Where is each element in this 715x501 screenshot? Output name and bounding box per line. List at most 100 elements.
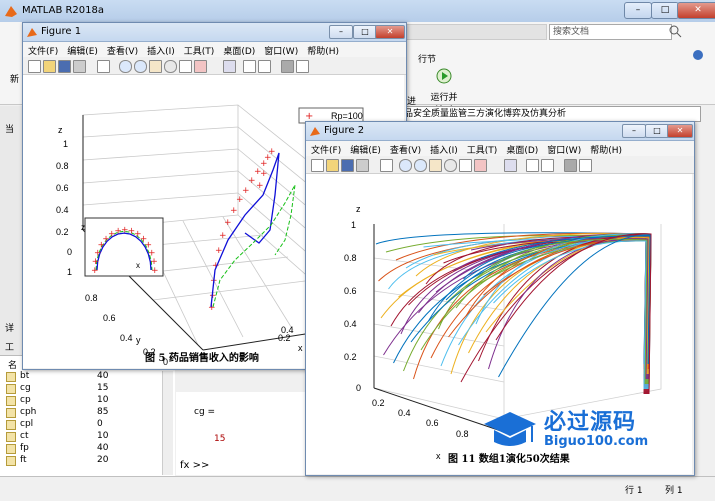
workspace-row[interactable]: ct 10 — [0, 431, 175, 442]
menu-desktop[interactable]: 桌面(D) — [223, 44, 255, 57]
trajectory-line — [475, 233, 648, 390]
workspace-row[interactable]: bt 40 — [0, 371, 175, 382]
figure-icon — [27, 28, 37, 37]
matlab-logo-icon — [5, 6, 17, 17]
workspace-scrollbar[interactable] — [162, 371, 173, 475]
hide-tools-icon[interactable] — [564, 159, 577, 172]
trajectory-line — [405, 235, 652, 390]
details-label: 详 — [5, 324, 15, 334]
data-cursor-icon[interactable] — [179, 60, 192, 73]
workspace-row[interactable]: cp 10 — [0, 395, 175, 406]
save-icon[interactable] — [58, 60, 71, 73]
workspace-row[interactable]: fp 40 — [0, 443, 175, 454]
menu-view[interactable]: 查看(V) — [107, 44, 138, 57]
quick-access-bar — [400, 24, 547, 40]
menu-file[interactable]: 文件(F) — [311, 143, 341, 156]
figure2-close-button[interactable]: ✕ — [667, 124, 693, 138]
figure2-minimize-button[interactable]: – — [622, 124, 646, 138]
figure1-title: Figure 1 — [41, 26, 82, 37]
x-axis-label: x — [436, 451, 441, 461]
zoom-in-icon[interactable] — [119, 60, 132, 73]
figure1-minimize-button[interactable]: – — [329, 25, 353, 39]
pointer-icon[interactable] — [380, 159, 393, 172]
menu-help[interactable]: 帮助(H) — [590, 143, 622, 156]
search-icon[interactable] — [668, 24, 682, 38]
figure1-close-button[interactable]: ✕ — [375, 25, 405, 39]
maximize-button[interactable]: □ — [651, 2, 679, 19]
series-marker-red: + — [242, 186, 250, 196]
show-tools-icon[interactable] — [296, 60, 309, 73]
pointer-icon[interactable] — [97, 60, 110, 73]
menu-tools[interactable]: 工具(T) — [467, 143, 498, 156]
legend-icon[interactable] — [258, 60, 271, 73]
menu-view[interactable]: 查看(V) — [390, 143, 421, 156]
open-icon[interactable] — [326, 159, 339, 172]
pan-icon[interactable] — [429, 159, 442, 172]
menu-file[interactable]: 文件(F) — [28, 44, 58, 57]
open-icon[interactable] — [43, 60, 56, 73]
watermark-logo: 必过源码 Biguo100.com — [480, 400, 680, 466]
x-tick: 0.4 — [281, 325, 294, 335]
rotate-icon[interactable] — [164, 60, 177, 73]
workspace-label: 工 — [5, 343, 15, 353]
link-icon[interactable] — [223, 60, 236, 73]
legend-entry: Rp=100 — [331, 111, 363, 121]
zoom-out-icon[interactable] — [134, 60, 147, 73]
new-figure-icon[interactable] — [311, 159, 324, 172]
workspace-row[interactable]: cg 15 — [0, 383, 175, 394]
menu-edit[interactable]: 编辑(E) — [67, 44, 98, 57]
z-tick: 0.6 — [56, 183, 69, 193]
search-docs-input[interactable]: 搜索文档 — [549, 24, 672, 40]
trajectory-line — [480, 235, 652, 365]
current-folder-label: 当 — [5, 125, 15, 135]
z-tick: 0 — [356, 383, 361, 393]
close-button[interactable]: ✕ — [677, 2, 715, 19]
window-title: MATLAB R2018a — [22, 5, 105, 16]
data-cursor-icon[interactable] — [459, 159, 472, 172]
workspace-row[interactable]: cpl 0 — [0, 419, 175, 430]
minimize-button[interactable]: – — [624, 2, 652, 19]
brush-icon[interactable] — [474, 159, 487, 172]
menu-insert[interactable]: 插入(I) — [430, 143, 458, 156]
workspace-row[interactable]: cph 85 — [0, 407, 175, 418]
menu-insert[interactable]: 插入(I) — [147, 44, 175, 57]
run-section-label[interactable]: 行节 — [418, 52, 436, 65]
save-icon[interactable] — [341, 159, 354, 172]
workspace-row[interactable]: ft 20 — [0, 455, 175, 466]
new-label[interactable]: 新 — [10, 72, 19, 85]
run-time-icon[interactable] — [435, 66, 453, 84]
variable-icon — [6, 384, 16, 394]
help-icon[interactable] — [690, 48, 710, 62]
print-icon[interactable] — [356, 159, 369, 172]
menu-window[interactable]: 窗口(W) — [264, 44, 298, 57]
figure1-maximize-button[interactable]: □ — [353, 25, 377, 39]
show-tools-icon[interactable] — [579, 159, 592, 172]
pan-icon[interactable] — [149, 60, 162, 73]
trajectory-line — [448, 238, 647, 370]
menu-window[interactable]: 窗口(W) — [547, 143, 581, 156]
series-line-blue — [210, 152, 280, 308]
link-icon[interactable] — [504, 159, 517, 172]
figure2-maximize-button[interactable]: □ — [645, 124, 669, 138]
hide-tools-icon[interactable] — [281, 60, 294, 73]
y-tick: 0.6 — [103, 313, 116, 323]
series-marker-red: + — [230, 206, 238, 216]
rotate-icon[interactable] — [444, 159, 457, 172]
watermark-cn: 必过源码 — [544, 410, 637, 435]
menu-edit[interactable]: 编辑(E) — [350, 143, 381, 156]
zoom-in-icon[interactable] — [399, 159, 412, 172]
trajectory-line — [423, 236, 651, 390]
colorbar-icon[interactable] — [526, 159, 539, 172]
figure-icon — [310, 127, 320, 136]
command-prompt[interactable]: fx >> — [180, 460, 209, 471]
zoom-out-icon[interactable] — [414, 159, 427, 172]
x-tick: 0.6 — [426, 418, 439, 428]
legend-icon[interactable] — [541, 159, 554, 172]
print-icon[interactable] — [73, 60, 86, 73]
new-figure-icon[interactable] — [28, 60, 41, 73]
menu-tools[interactable]: 工具(T) — [184, 44, 215, 57]
menu-help[interactable]: 帮助(H) — [307, 44, 339, 57]
menu-desktop[interactable]: 桌面(D) — [506, 143, 538, 156]
brush-icon[interactable] — [194, 60, 207, 73]
colorbar-icon[interactable] — [243, 60, 256, 73]
